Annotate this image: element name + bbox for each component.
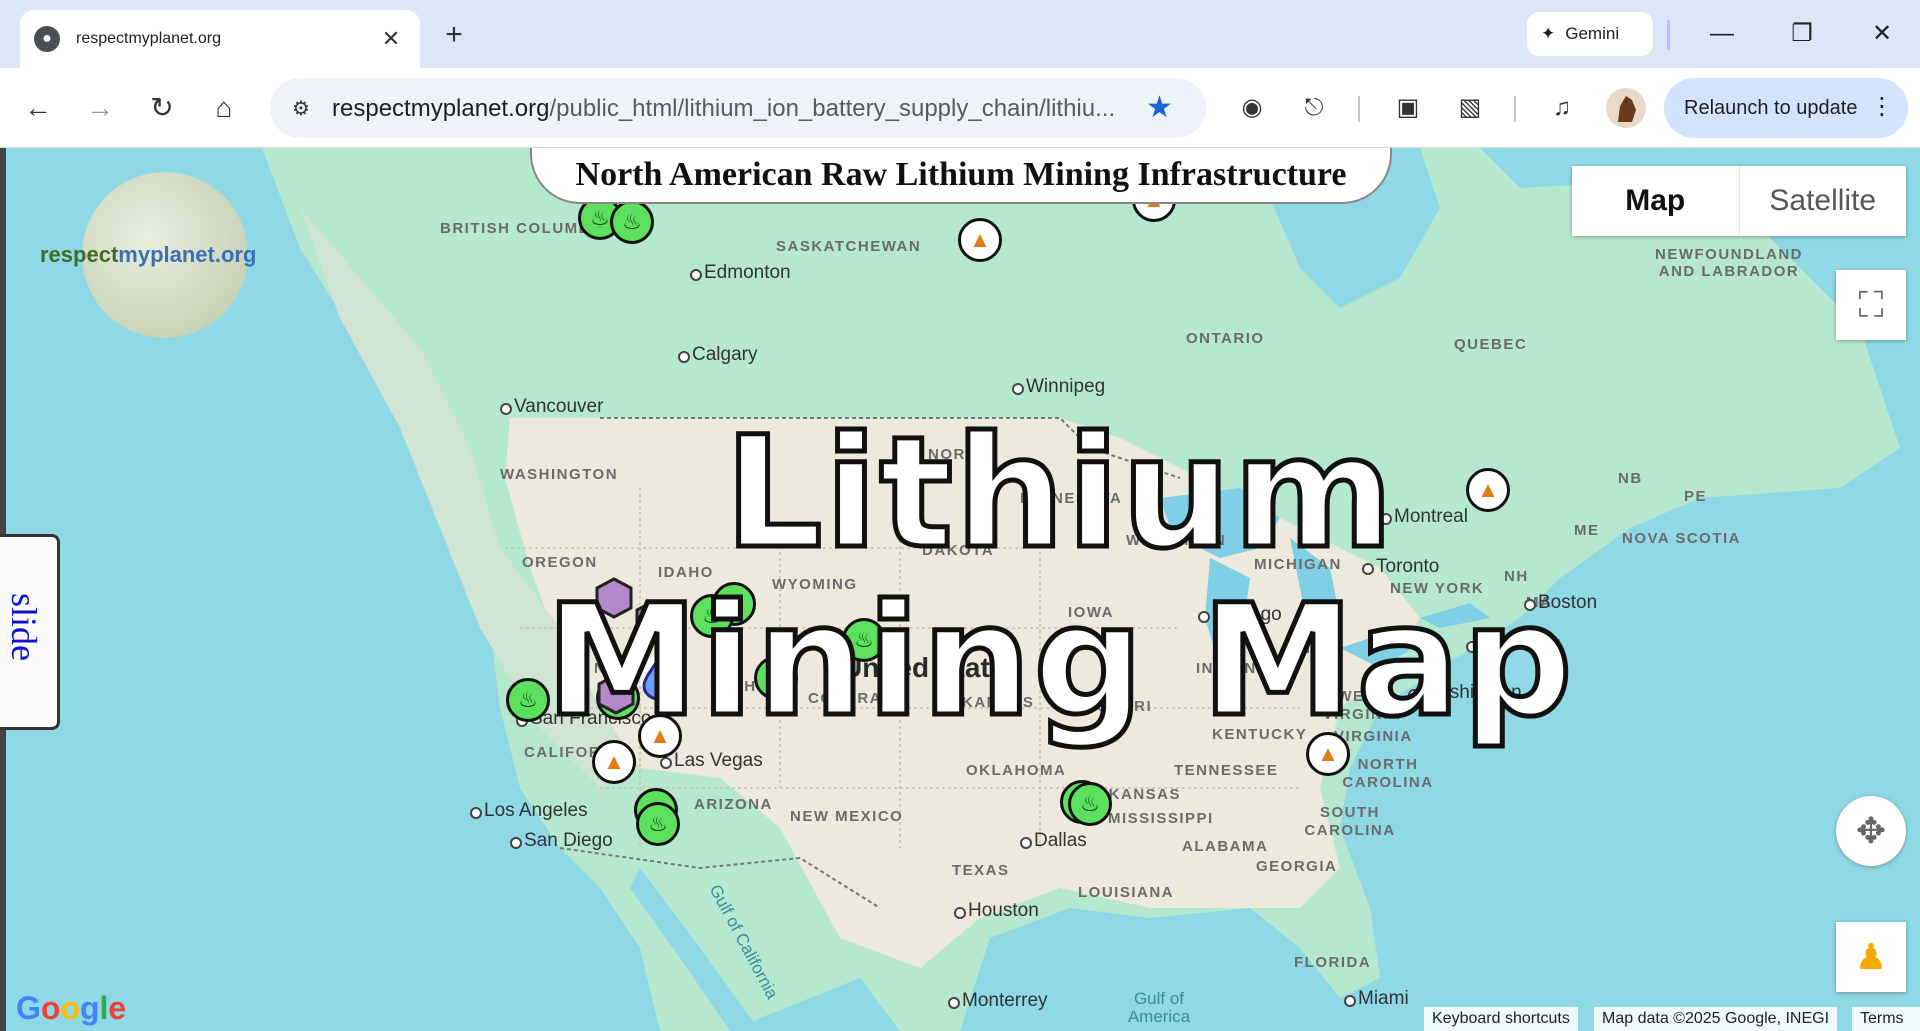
map-type-map-button[interactable]: Map (1572, 166, 1739, 236)
terms-link[interactable]: Terms (1852, 1007, 1920, 1031)
gemini-label: Gemini (1565, 24, 1620, 43)
fullscreen-icon[interactable]: ⛶ (1836, 270, 1906, 340)
more-icon[interactable]: ⋮ (1870, 92, 1894, 121)
region-label: GEORGIA (1256, 858, 1338, 875)
puzzle-icon[interactable]: ⎋ (1294, 88, 1334, 128)
region-label: TEXAS (952, 862, 1010, 879)
city-label: Winnipeg (1011, 376, 1106, 397)
region-label: SASKATCHEWAN (776, 238, 922, 255)
city-label: Houston (954, 900, 1039, 921)
divider (1667, 20, 1670, 50)
region-label: ALABAMA (1182, 838, 1269, 855)
site-info-icon[interactable]: ⚙ (284, 92, 318, 126)
profile-avatar[interactable] (1606, 88, 1646, 128)
region-label: OKLAHOMA (966, 762, 1067, 779)
hot-spring-marker[interactable]: ♨ (610, 200, 654, 244)
tab-strip: ● respectmyplanet.org ✕ + ✦ Gemini — ❐ ✕ (0, 0, 1920, 68)
cast-icon[interactable]: ▧ (1450, 88, 1490, 128)
google-logo: Google (16, 990, 127, 1026)
media-icon[interactable]: ♫ (1542, 88, 1582, 128)
map-type-satellite-button[interactable]: Satellite (1738, 166, 1907, 236)
overlay-title: Lithium Mining Map (543, 404, 1575, 751)
region-label: FLORIDA (1294, 954, 1372, 971)
browser-tab[interactable]: ● respectmyplanet.org ✕ (20, 10, 420, 68)
city-label: Edmonton (690, 262, 791, 283)
city-label: Calgary (677, 344, 758, 365)
region-label: ONTARIO (1186, 330, 1265, 347)
region-label: NB (1618, 470, 1643, 487)
region-label: NORTH CAROLINA (1342, 756, 1434, 791)
pegman-icon[interactable]: ♟ (1836, 922, 1906, 992)
region-label: LOUISIANA (1078, 884, 1174, 901)
browser-toolbar: ← → ↻ ⌂ ⚙ respectmyplanet.org/public_htm… (0, 68, 1920, 148)
relaunch-button[interactable]: Relaunch to update ⋮ (1664, 78, 1908, 138)
bookmark-star-icon[interactable]: ★ (1146, 90, 1173, 125)
city-label: Monterrey (948, 990, 1048, 1011)
city-label: Miami (1344, 988, 1409, 1009)
restore-icon[interactable]: ❐ (1782, 14, 1822, 54)
close-icon[interactable]: ✕ (376, 26, 406, 52)
home-icon[interactable]: ⌂ (204, 88, 244, 128)
address-bar[interactable]: ⚙ respectmyplanet.org/public_html/lithiu… (270, 78, 1206, 138)
extension-icon[interactable]: ◉ (1232, 88, 1272, 128)
water-label: Gulf of America (1127, 989, 1191, 1026)
reload-icon[interactable]: ↻ (142, 88, 182, 128)
divider (1514, 96, 1516, 122)
region-label: TENNESSEE (1174, 762, 1279, 779)
site-logo[interactable]: respectmyplanet.org (36, 172, 306, 342)
keyboard-shortcuts-link[interactable]: Keyboard shortcuts (1424, 1007, 1578, 1031)
region-label: ARIZONA (694, 796, 773, 813)
city-label: Las Vegas (660, 750, 763, 771)
slide-toggle[interactable]: slide (0, 534, 60, 730)
logo-text: respectmyplanet.org (40, 242, 257, 267)
lens-icon[interactable]: ▣ (1388, 88, 1428, 128)
forward-icon[interactable]: → (80, 88, 120, 128)
region-label: SOUTH CAROLINA (1304, 804, 1396, 839)
region-label: PE (1684, 488, 1708, 505)
map-canvas[interactable]: BRITISH COLUMBIA SASKATCHEWAN ONTARIO QU… (0, 148, 1920, 1031)
relaunch-label: Relaunch to update (1684, 96, 1858, 119)
divider (1358, 96, 1360, 122)
hot-spring-marker[interactable]: ♨ (636, 802, 680, 846)
globe-icon: ● (34, 26, 60, 52)
hot-spring-marker[interactable]: ♨ (1068, 782, 1112, 826)
window-close-icon[interactable]: ✕ (1862, 14, 1902, 54)
slide-label: slide (4, 593, 44, 661)
sparkle-icon: ✦ (1541, 24, 1556, 43)
city-label: Dallas (1020, 830, 1087, 851)
region-label: NOVA SCOTIA (1622, 530, 1742, 547)
region-label: NEWFOUNDLAND AND LABRADOR (1655, 246, 1803, 280)
url-text[interactable]: respectmyplanet.org/public_html/lithium_… (332, 95, 1115, 123)
new-tab-button[interactable]: + (436, 18, 472, 54)
city-label: Los Angeles (470, 800, 588, 821)
map-data-attribution: Map data ©2025 Google, INEGI (1594, 1007, 1838, 1031)
back-icon[interactable]: ← (18, 88, 58, 128)
minimize-icon[interactable]: — (1702, 14, 1742, 54)
tab-title: respectmyplanet.org (76, 30, 221, 47)
region-label: MISSISSIPPI (1108, 810, 1214, 827)
region-label: NEW MEXICO (790, 808, 904, 825)
mine-marker[interactable]: ▲ (958, 218, 1002, 262)
camera-control-icon[interactable]: ✥ (1836, 796, 1906, 866)
map-type-control: Map Satellite (1572, 166, 1906, 236)
gemini-button[interactable]: ✦ Gemini (1527, 12, 1653, 56)
region-label: QUEBEC (1454, 336, 1528, 353)
page-title-banner: North American Raw Lithium Mining Infras… (530, 148, 1392, 204)
city-label: San Diego (510, 830, 613, 851)
